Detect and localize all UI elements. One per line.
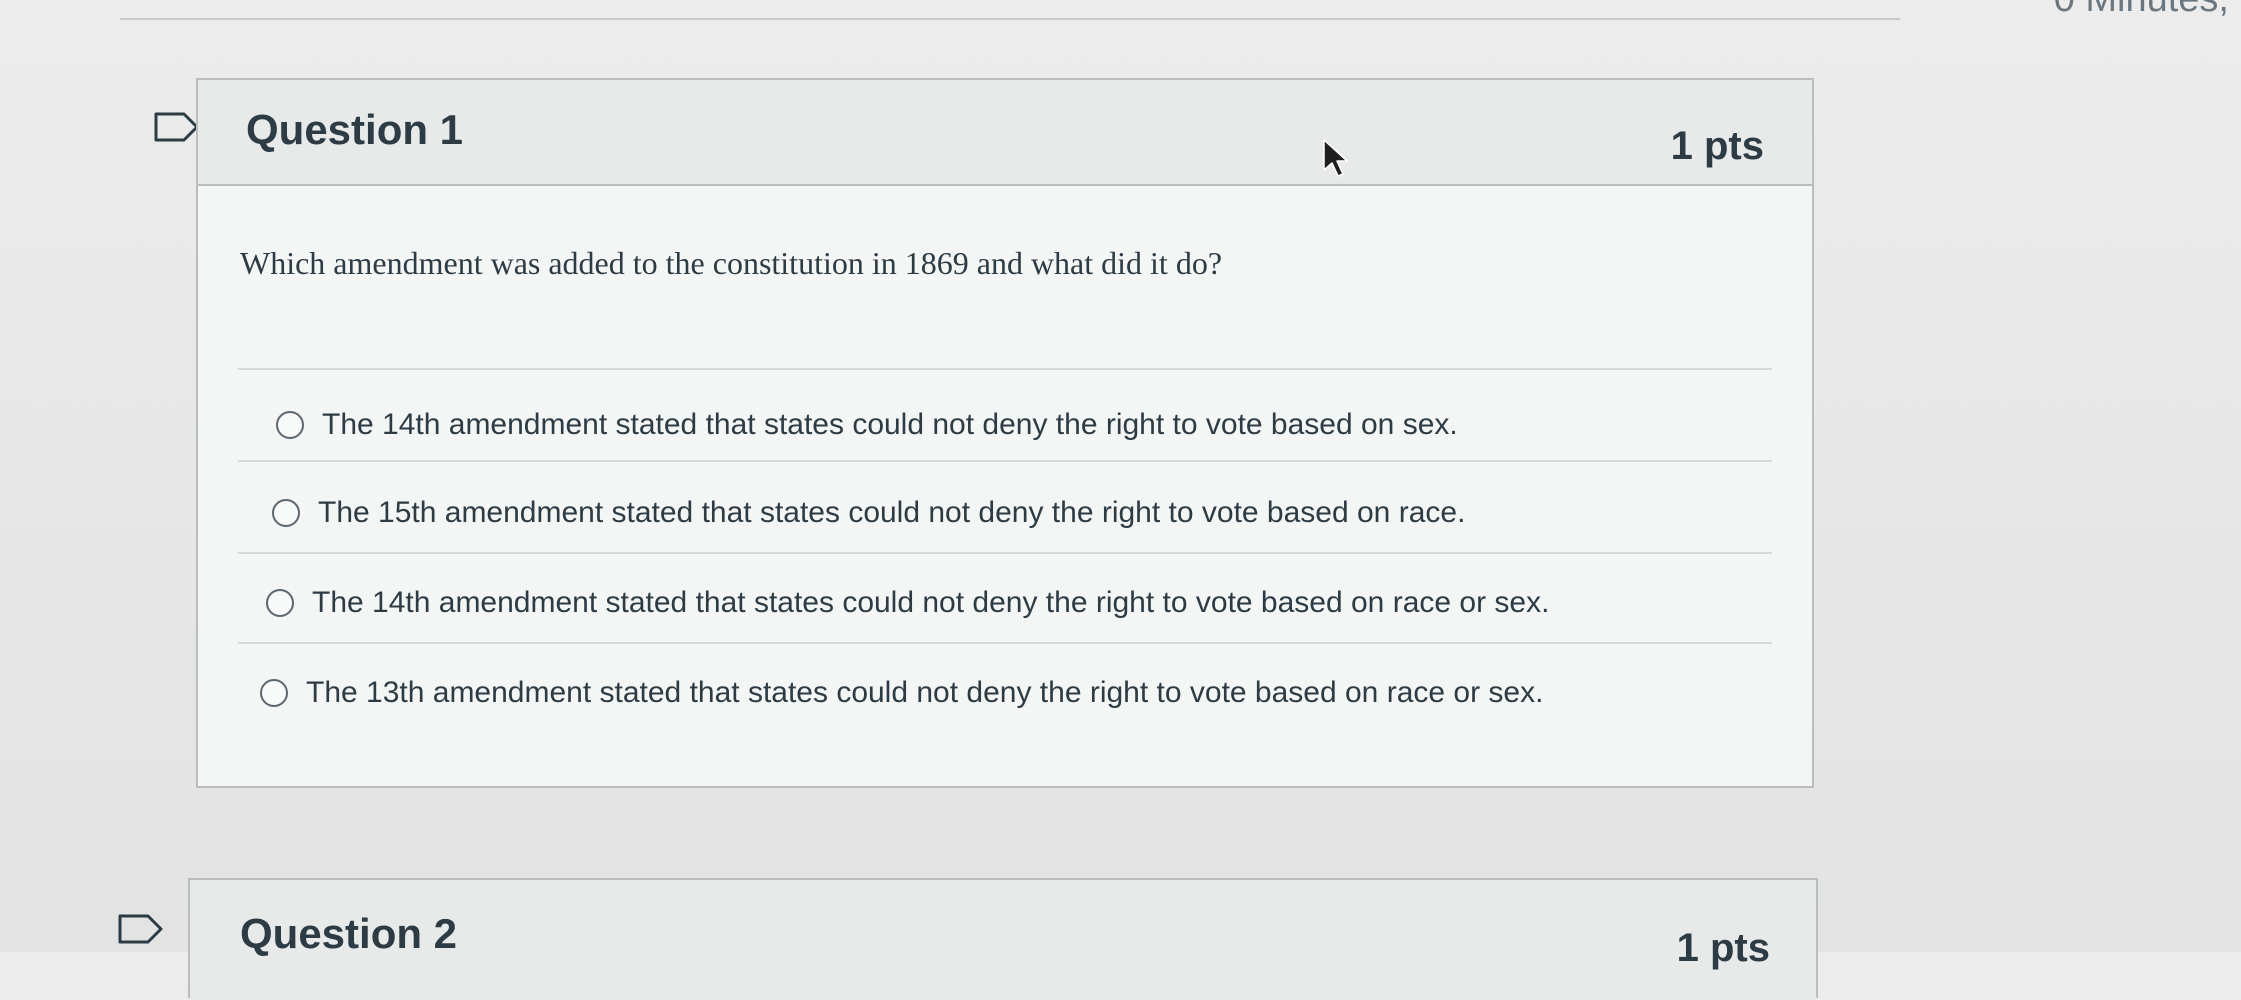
answer-option-label: The 13th amendment stated that states co… <box>306 676 1544 709</box>
top-divider <box>120 18 1900 20</box>
question-1-prompt: Which amendment was added to the constit… <box>240 245 1223 281</box>
answer-option-label: The 14th amendment stated that states co… <box>322 408 1458 441</box>
question-2-card: Question 2 1 pts <box>188 878 1818 1000</box>
question-2-title: Question 2 <box>240 910 458 957</box>
question-2-points: 1 pts <box>1676 926 1770 970</box>
radio-button-icon[interactable] <box>272 499 300 527</box>
flag-question-icon[interactable] <box>118 914 164 944</box>
answer-divider <box>238 552 1772 554</box>
question-1-card: Question 1 1 pts Which amendment was add… <box>196 78 1814 788</box>
answer-option-label: The 15th amendment stated that states co… <box>318 496 1466 529</box>
question-1-header: Question 1 1 pts <box>198 80 1812 186</box>
answer-option-1[interactable]: The 14th amendment stated that states co… <box>276 402 1458 448</box>
flag-question-icon[interactable] <box>154 112 200 142</box>
answer-option-3[interactable]: The 14th amendment stated that states co… <box>266 580 1549 626</box>
answer-divider <box>238 642 1772 644</box>
radio-button-icon[interactable] <box>276 411 304 439</box>
mouse-pointer-icon <box>1323 139 1348 177</box>
question-1-title: Question 1 <box>246 106 464 153</box>
radio-button-icon[interactable] <box>266 589 294 617</box>
answer-divider <box>238 460 1772 462</box>
timer-text: 0 Minutes, <box>2054 0 2229 21</box>
radio-button-icon[interactable] <box>260 679 288 707</box>
answer-divider <box>238 368 1772 370</box>
answer-option-label: The 14th amendment stated that states co… <box>312 586 1550 619</box>
question-1-points: 1 pts <box>1670 124 1764 168</box>
answer-option-4[interactable]: The 13th amendment stated that states co… <box>260 670 1543 716</box>
answer-option-2[interactable]: The 15th amendment stated that states co… <box>272 490 1465 536</box>
question-2-header: Question 2 1 pts <box>190 880 1816 1000</box>
